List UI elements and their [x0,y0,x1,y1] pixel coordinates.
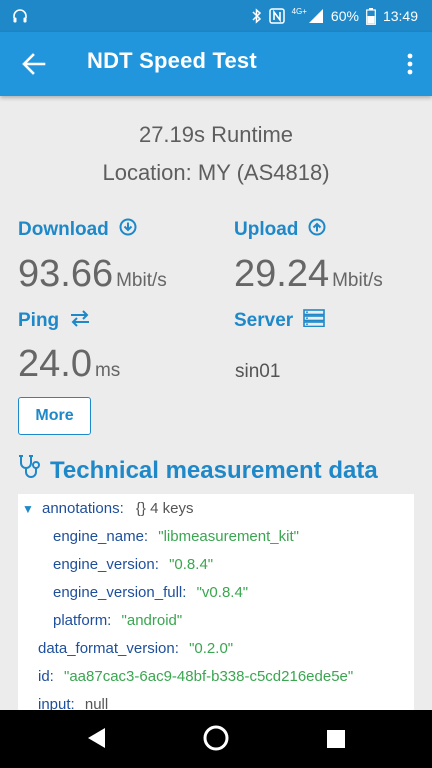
json-value: "libmeasurement_kit" [158,528,299,545]
json-row: engine_name: "libmeasurement_kit" [53,528,299,545]
server-label: Server [234,309,325,333]
ping-unit: ms [94,360,121,381]
download-value: 93.66 Mbit/s [18,253,167,296]
overflow-menu-icon[interactable] [404,50,416,78]
technical-header: Technical measurement data [18,454,378,487]
battery-icon [366,7,376,25]
upload-label-text: Upload [234,219,299,240]
back-triangle-icon[interactable] [85,726,107,754]
ping-label-text: Ping [18,310,60,331]
more-button[interactable]: More [18,397,91,435]
upload-label: Upload [234,218,326,242]
stethoscope-icon [18,454,42,487]
upload-unit: Mbit/s [332,270,383,291]
signal-icon: 4G+ [292,8,324,24]
json-row-annotations[interactable]: ▼ annotations: {} 4 keys [22,500,193,517]
json-row: engine_version: "0.8.4" [53,556,213,573]
json-meta: {} 4 keys [135,500,194,517]
json-value: "0.8.4" [169,556,214,573]
json-value: "0.2.0" [189,640,234,657]
runtime-text: 27.19s Runtime [138,122,294,147]
server-value: sin01 [235,361,281,382]
json-value: "aa87cac3-6ac9-48bf-b338-c5cd216ede5e" [64,668,354,685]
download-number: 93.66 [18,253,114,295]
bluetooth-icon [252,8,262,24]
json-row: id: "aa87cac3-6ac9-48bf-b338-c5cd216ede5… [38,668,353,685]
json-key: data_format_version: [38,640,179,657]
json-value: "v0.8.4" [196,584,249,601]
location-text: Location: MY (AS4818) [102,160,330,185]
back-arrow-icon[interactable] [20,50,48,78]
ping-number: 24.0 [18,343,92,385]
server-label-text: Server [234,310,294,331]
download-unit: Mbit/s [116,270,167,291]
home-circle-icon[interactable] [203,725,229,755]
upload-value: 29.24 Mbit/s [234,253,383,296]
download-icon [119,218,137,242]
json-tree[interactable]: ▼ annotations: {} 4 keys engine_name: "li… [18,494,414,710]
json-row: input: null [38,696,108,710]
upload-icon [308,218,326,242]
main-content[interactable]: 27.19s Runtime Location: MY (AS4818) Dow… [0,96,432,710]
battery-level: 60% [330,8,359,24]
json-row: engine_version_full: "v0.8.4" [53,584,248,601]
json-value: null [84,696,109,710]
ping-label: Ping [18,309,91,333]
page-title: NDT Speed Test [87,48,257,73]
network-type: 4G+ [291,7,307,16]
json-key: engine_version_full: [53,584,187,601]
upload-number: 29.24 [234,253,330,295]
json-key: engine_name: [53,528,149,545]
download-label: Download [18,218,137,242]
recents-square-icon[interactable] [326,729,346,753]
headphones-icon [12,8,28,24]
status-bar: 4G+ 60% 13:49 [0,0,432,32]
json-value: "android" [121,612,183,629]
app-bar: NDT Speed Test [0,32,432,96]
json-row: platform: "android" [53,612,182,629]
nfc-icon [268,8,285,24]
clock: 13:49 [382,8,418,24]
json-row: data_format_version: "0.2.0" [38,640,233,657]
server-rack-icon [303,309,325,333]
json-key: engine_version: [53,556,159,573]
json-key: annotations: [42,500,124,517]
download-label-text: Download [18,219,109,240]
json-key: input: [38,696,75,710]
caret-down-icon[interactable]: ▼ [22,502,42,516]
navigation-bar [0,710,432,768]
json-key: platform: [53,612,112,629]
json-key: id: [38,668,54,685]
swap-arrows-icon [69,309,91,333]
ping-value: 24.0 ms [18,343,120,386]
technical-heading: Technical measurement data [50,456,378,484]
